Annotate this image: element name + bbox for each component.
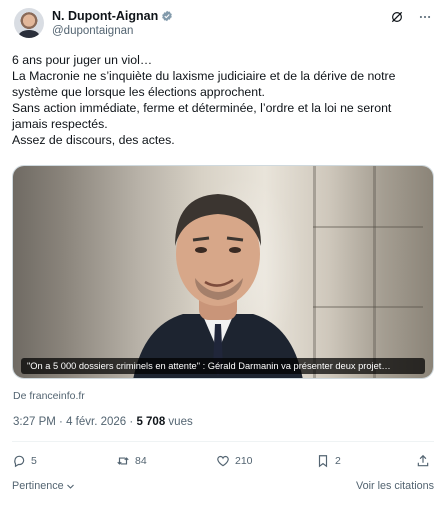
view-quotes-link[interactable]: Voir les citations — [356, 480, 434, 492]
reply-button[interactable]: 5 — [12, 454, 37, 468]
card-image — [13, 166, 433, 378]
bookmark-count: 2 — [335, 455, 341, 467]
sort-dropdown[interactable]: Pertinence — [12, 480, 75, 492]
tweet-line: 6 ans pour juger un viol… — [12, 53, 153, 67]
heart-icon — [217, 455, 229, 467]
tweet-line: Sans action immédiate, ferme et détermin… — [12, 101, 392, 115]
tweet-time[interactable]: 3:27 PM — [13, 416, 56, 428]
reply-icon — [14, 455, 25, 468]
replies-footer: Pertinence Voir les citations — [12, 480, 438, 494]
repost-icon — [117, 457, 129, 465]
repost-button[interactable]: 84 — [116, 454, 147, 468]
tweet-meta: 3:27 PM · 4 févr. 2026 · 5 708 vues — [13, 416, 193, 428]
tweet-line: La Macronie ne s’inquiète du laxisme jud… — [12, 69, 396, 83]
tweet-line: Assez de discours, des actes. — [12, 133, 175, 147]
views-count: 5 708 — [136, 416, 166, 428]
card-caption: "On a 5 000 dossiers criminels en attent… — [21, 358, 425, 374]
tweet-header: N. Dupont-Aignan @dupontaignan — [14, 8, 434, 42]
avatar[interactable] — [14, 8, 44, 38]
like-count: 210 — [235, 455, 253, 467]
verified-badge-icon — [162, 10, 173, 22]
tweet-line: jamais respectés. — [12, 117, 108, 131]
card-source[interactable]: De franceinfo.fr — [13, 390, 85, 402]
tweet-date[interactable]: 4 févr. 2026 — [66, 416, 126, 428]
reply-count: 5 — [31, 455, 37, 467]
bookmark-icon — [318, 455, 328, 468]
grok-icon[interactable] — [390, 10, 404, 24]
share-icon — [417, 454, 429, 467]
divider — [12, 441, 434, 442]
tweet-line: système que lorsque les élections approc… — [12, 85, 265, 99]
sort-label: Pertinence — [12, 480, 64, 492]
link-card[interactable]: "On a 5 000 dossiers criminels en attent… — [12, 165, 434, 379]
more-options-icon[interactable] — [418, 10, 432, 24]
author-name[interactable]: N. Dupont-Aignan — [52, 9, 158, 23]
author-name-row[interactable]: N. Dupont-Aignan — [52, 9, 173, 23]
action-bar: 5 84 210 2 — [12, 454, 438, 470]
tweet-text: 6 ans pour juger un viol… La Macronie ne… — [12, 52, 440, 148]
portrait-figure — [133, 194, 303, 378]
like-button[interactable]: 210 — [216, 454, 253, 468]
author-handle[interactable]: @dupontaignan — [52, 25, 133, 37]
repost-count: 84 — [135, 455, 147, 467]
bookmark-button[interactable]: 2 — [316, 454, 341, 468]
meta-separator: · — [129, 416, 134, 428]
meta-separator: · — [59, 416, 63, 428]
views-label: vues — [168, 416, 193, 428]
chevron-down-icon — [66, 484, 74, 489]
share-button[interactable] — [416, 454, 430, 468]
header-actions — [390, 10, 432, 24]
